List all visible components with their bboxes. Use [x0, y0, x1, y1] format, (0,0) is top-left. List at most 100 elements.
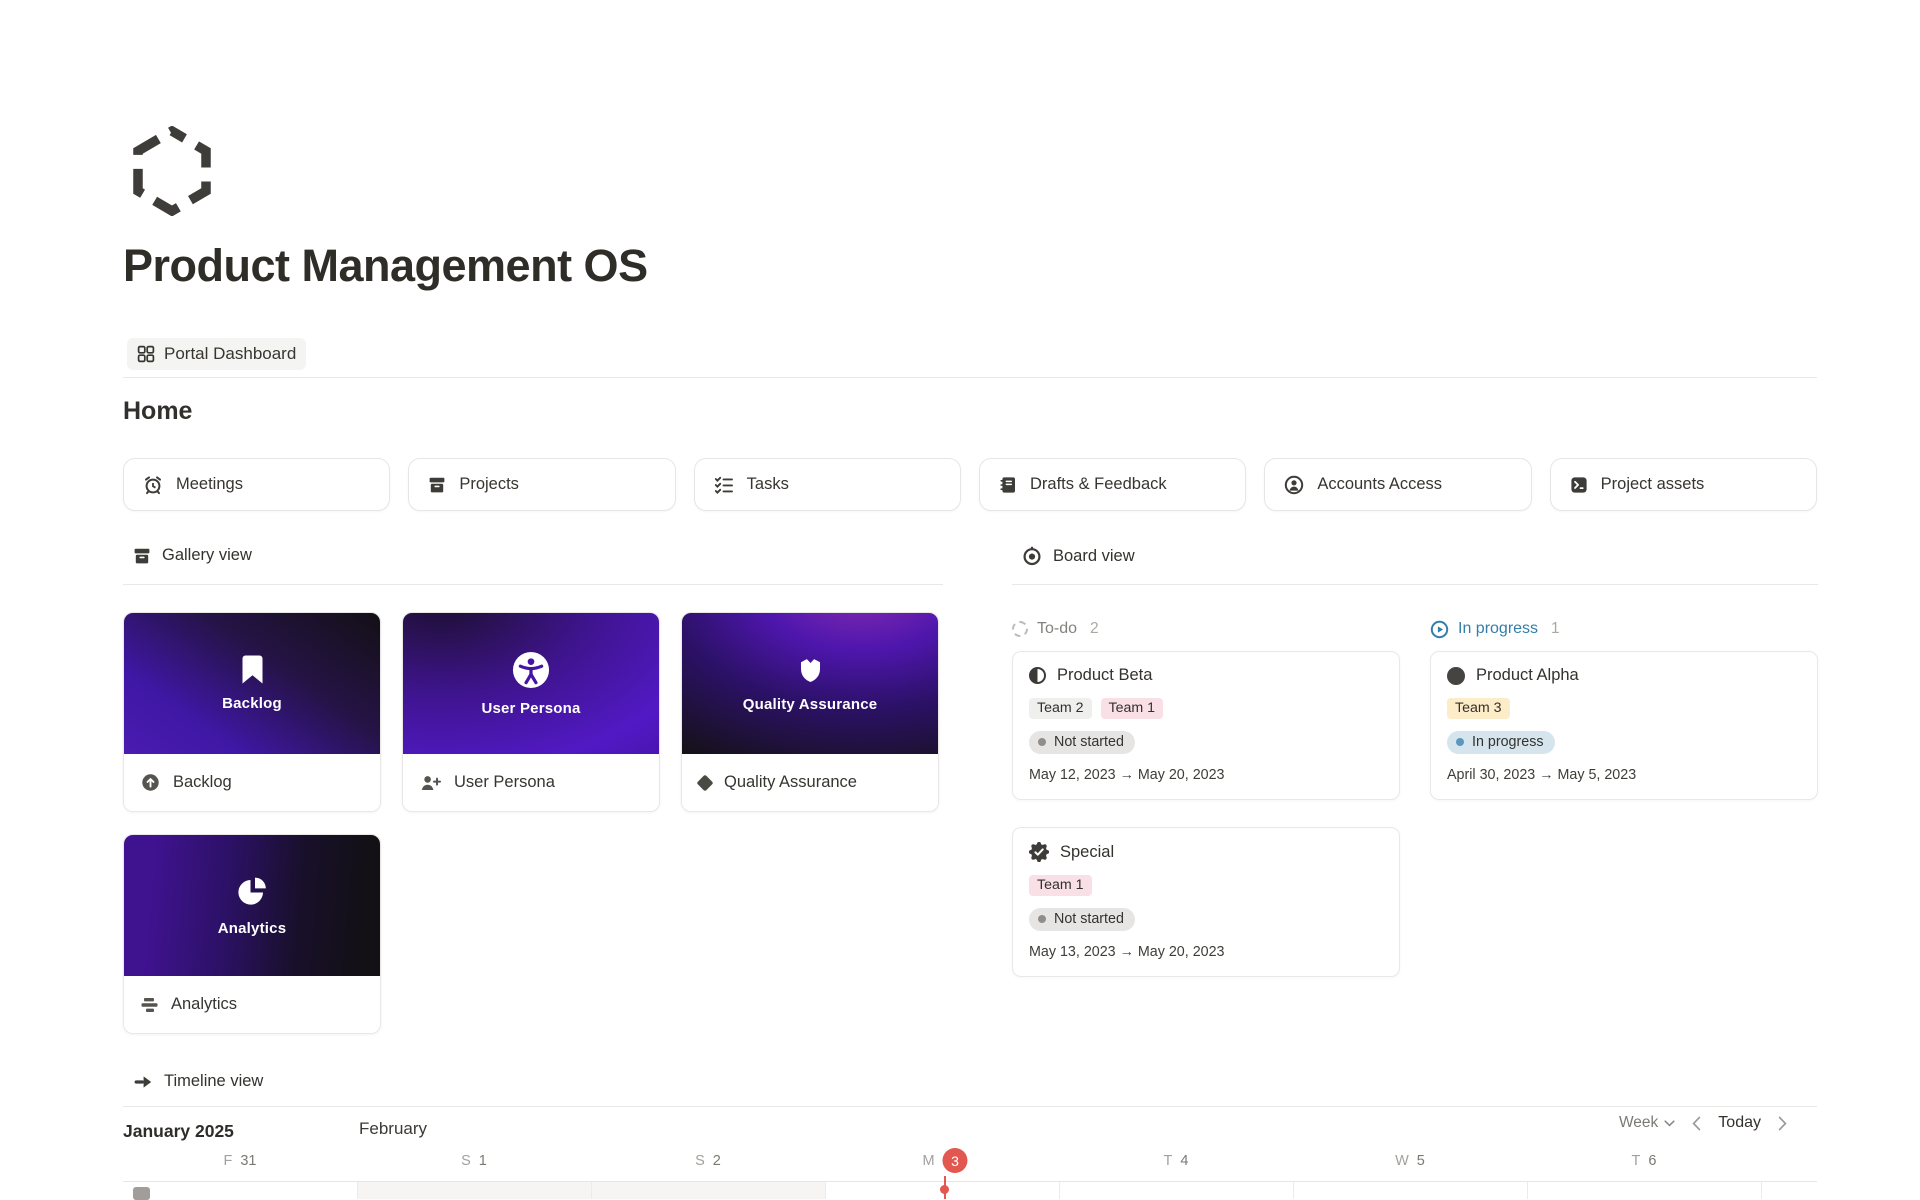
bookmark-icon: [241, 655, 264, 684]
timeline-view-label: Timeline view: [164, 1072, 263, 1091]
nav-button-label: Tasks: [747, 475, 789, 494]
gallery-card-title: Quality Assurance: [724, 773, 857, 792]
column-header-todo[interactable]: To-do 2: [1012, 616, 1400, 642]
grid-line: [1293, 1182, 1294, 1199]
team-tag: Team 1: [1101, 698, 1164, 719]
shield-icon: [796, 654, 825, 685]
team-tag: Team 2: [1029, 698, 1092, 719]
tasks-button[interactable]: Tasks: [694, 458, 961, 511]
today-button[interactable]: Today: [1718, 1114, 1761, 1132]
arrow-right-icon: [133, 1074, 153, 1090]
status-badge: Not started: [1029, 908, 1135, 931]
breadcrumb-portal-dashboard[interactable]: Portal Dashboard: [127, 338, 306, 370]
gallery-card-quality-assurance[interactable]: Quality Assurance Quality Assurance: [681, 612, 939, 812]
page-title: Product Management OS: [123, 240, 648, 292]
grid-line: [1059, 1182, 1060, 1199]
card-cover: Backlog: [124, 613, 380, 754]
accounts-access-button[interactable]: Accounts Access: [1264, 458, 1531, 511]
timeline-day-labels: F31 S1 S2 M 3 T4 W5 T6: [123, 1147, 1817, 1174]
timeline-view-header[interactable]: Timeline view: [133, 1072, 263, 1091]
nav-button-label: Projects: [459, 475, 519, 494]
timeline-month-label: January 2025: [123, 1121, 234, 1142]
cover-label: Backlog: [222, 695, 282, 712]
team-tag: Team 3: [1447, 698, 1510, 719]
workspace-logo-hexagon-icon: [131, 126, 213, 221]
nav-button-label: Accounts Access: [1317, 475, 1442, 494]
timeline-month-label: February: [359, 1119, 427, 1139]
project-assets-button[interactable]: Project assets: [1550, 458, 1817, 511]
nav-button-label: Meetings: [176, 475, 243, 494]
board-columns: To-do 2 Product Beta Team 2 Team 1 Not s…: [1012, 616, 1818, 977]
chevron-right-icon[interactable]: [1778, 1116, 1787, 1131]
journal-icon: [999, 476, 1017, 494]
status-badge: In progress: [1447, 731, 1555, 754]
date-range: May 12, 2023 → May 20, 2023: [1029, 767, 1383, 783]
column-count: 2: [1090, 620, 1099, 638]
quick-links-row: Meetings Projects Tasks: [123, 458, 1817, 511]
grid-line: [591, 1182, 592, 1199]
projects-button[interactable]: Projects: [408, 458, 675, 511]
drafts-feedback-button[interactable]: Drafts & Feedback: [979, 458, 1246, 511]
meetings-button[interactable]: Meetings: [123, 458, 390, 511]
gallery-card-backlog[interactable]: Backlog Backlog: [123, 612, 381, 812]
column-name: To-do: [1037, 620, 1077, 638]
gallery-grid: Backlog Backlog: [123, 612, 939, 1034]
verified-badge-icon: [1029, 842, 1049, 862]
day-label: S2: [695, 1147, 721, 1174]
play-circle-icon: [1430, 620, 1449, 639]
gallery-view-header[interactable]: Gallery view: [133, 546, 252, 565]
gallery-card-user-persona[interactable]: User Persona User Persona: [402, 612, 660, 812]
terminal-icon: [1570, 476, 1588, 494]
archive-box-icon: [133, 547, 151, 565]
accessibility-icon: [512, 651, 550, 689]
chevron-down-icon: [1664, 1120, 1675, 1127]
grid-line: [1527, 1182, 1528, 1199]
board-card-product-alpha[interactable]: Product Alpha Team 3 In progress April 3…: [1430, 651, 1818, 800]
divider: [1012, 584, 1818, 585]
checklist-icon: [714, 476, 734, 494]
dashed-circle-icon: [1012, 621, 1028, 637]
board-card-product-beta[interactable]: Product Beta Team 2 Team 1 Not started M…: [1012, 651, 1400, 800]
timeline-item-page-icon[interactable]: [133, 1187, 150, 1200]
cover-label: Analytics: [218, 920, 287, 937]
column-header-in-progress[interactable]: In progress 1: [1430, 616, 1818, 642]
breadcrumb-label: Portal Dashboard: [164, 344, 296, 364]
page-content: Product Management OS Portal Dashboard H…: [123, 0, 1817, 1199]
grid-icon: [137, 345, 155, 363]
board-view-header[interactable]: Board view: [1022, 546, 1135, 566]
gallery-card-title: User Persona: [454, 773, 555, 792]
board-column-todo: To-do 2 Product Beta Team 2 Team 1 Not s…: [1012, 616, 1400, 977]
chevron-left-icon[interactable]: [1692, 1116, 1701, 1131]
grid-line: [357, 1182, 358, 1199]
gallery-card-title: Backlog: [173, 773, 232, 792]
day-label: F31: [224, 1147, 257, 1174]
alarm-clock-icon: [143, 475, 163, 495]
today-badge: 3: [943, 1148, 968, 1173]
board-view-label: Board view: [1053, 547, 1135, 566]
nav-button-label: Project assets: [1601, 475, 1705, 494]
timeline-grid[interactable]: [123, 1181, 1817, 1199]
card-title: Product Alpha: [1476, 666, 1579, 685]
status-dot: [1456, 738, 1464, 746]
today-marker-dot: [940, 1185, 949, 1194]
day-label: T4: [1164, 1147, 1189, 1174]
column-count: 1: [1551, 620, 1560, 638]
card-cover: Analytics: [124, 835, 380, 976]
cover-label: User Persona: [481, 700, 580, 717]
timeline-zoom-select[interactable]: Week: [1619, 1114, 1675, 1132]
grid-line: [1761, 1182, 1762, 1199]
board-card-special[interactable]: Special Team 1 Not started May 13, 2023 …: [1012, 827, 1400, 977]
gallery-view-label: Gallery view: [162, 546, 252, 565]
cover-label: Quality Assurance: [743, 696, 878, 713]
half-circle-icon: [1029, 667, 1046, 684]
divider: [123, 1106, 1817, 1107]
day-label: T6: [1632, 1147, 1657, 1174]
gallery-card-analytics[interactable]: Analytics Analytics: [123, 834, 381, 1034]
grid-line: [825, 1182, 826, 1199]
column-name: In progress: [1458, 620, 1538, 638]
nav-button-label: Drafts & Feedback: [1030, 475, 1167, 494]
board-column-in-progress: In progress 1 Product Alpha Team 3 In pr…: [1430, 616, 1818, 800]
card-cover: Quality Assurance: [682, 613, 938, 754]
person-circle-icon: [1284, 475, 1304, 495]
eye-icon: [1022, 546, 1042, 566]
